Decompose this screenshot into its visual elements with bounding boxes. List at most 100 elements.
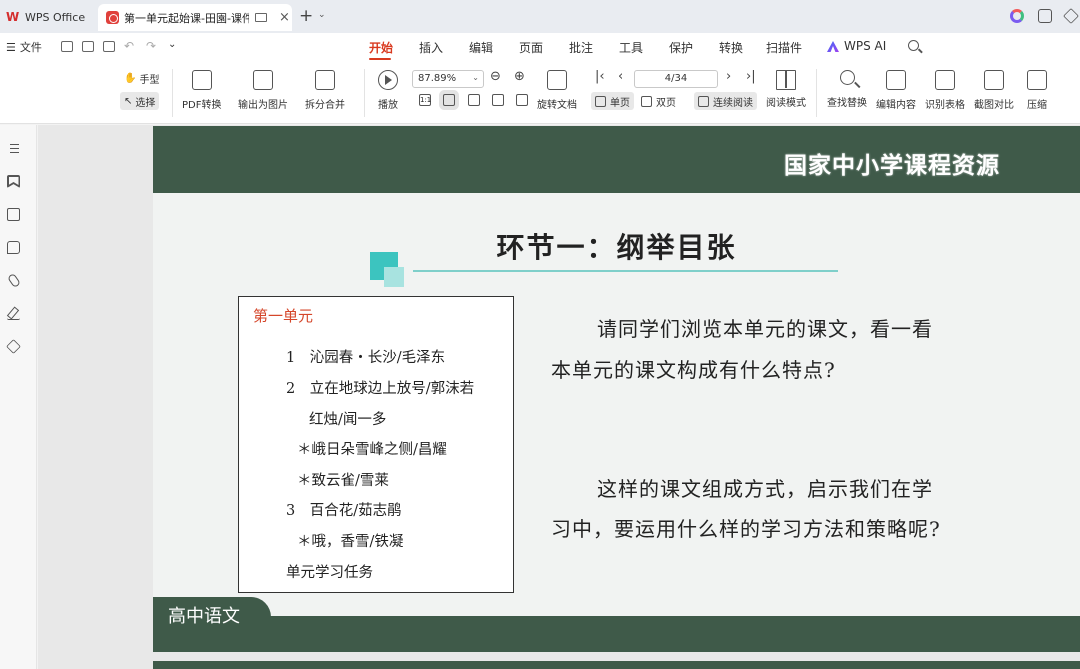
tab-tools[interactable]: 工具 <box>619 39 643 56</box>
document-tab-title: 第一单元起始课-田園-课件.p <box>124 11 249 25</box>
redo-icon[interactable]: ↷ <box>146 39 156 53</box>
ribbon-separator <box>816 69 817 117</box>
left-sidebar <box>0 125 37 669</box>
fit-page-button[interactable] <box>443 94 455 106</box>
tab-insert[interactable]: 插入 <box>419 39 443 56</box>
play-icon <box>378 70 398 90</box>
edit-content-button[interactable]: 编辑内容 <box>876 70 916 111</box>
open-folder-icon[interactable] <box>61 41 73 52</box>
file-menu-label: 文件 <box>19 41 42 54</box>
screenshot-compare-button[interactable]: 截图对比 <box>974 70 1014 111</box>
toc-item: 单元学习任务 <box>286 565 373 581</box>
double-page-button[interactable]: 双页 <box>637 92 680 110</box>
print-icon[interactable] <box>103 41 115 52</box>
hand-icon: ✋ <box>124 72 137 84</box>
rotate-left-button[interactable] <box>492 94 504 106</box>
actual-size-button[interactable]: 1:1 <box>419 94 431 106</box>
zoom-value: 87.89% <box>418 73 457 84</box>
zoom-select[interactable]: 87.89% ⌄ <box>412 70 484 88</box>
question-text: 习中，要运用什么样的学习方法和策略呢? <box>551 517 941 541</box>
layers-icon[interactable] <box>6 339 21 354</box>
tab-scan[interactable]: 扫描件 <box>766 39 802 56</box>
tab-wps-ai[interactable]: WPS AI <box>844 39 886 53</box>
last-page-icon[interactable]: ›| <box>746 69 756 84</box>
split-merge-button[interactable]: 拆分合并 <box>305 70 345 111</box>
question-text: 本单元的课文构成有什么特点? <box>551 358 836 382</box>
unit-contents-box: 第一单元 1 沁园春・长沙/毛泽东 2 立在地球边上放号/郭沫若 红烛/闻一多 … <box>238 296 514 593</box>
export-image-button[interactable]: 输出为图片 <box>238 70 288 111</box>
toc-item: ＊峨日朵雪峰之侧/昌耀 <box>297 442 447 458</box>
compress-button[interactable]: 压缩 <box>1027 70 1047 111</box>
wps-home-tab[interactable]: W WPS Office <box>0 5 85 29</box>
outline-icon[interactable] <box>7 142 20 155</box>
search-icon[interactable] <box>908 40 919 51</box>
document-tab[interactable]: 第一单元起始课-田園-课件.p × <box>98 4 292 31</box>
recognize-table-button[interactable]: 识别表格 <box>925 70 965 111</box>
screenshot-compare-label: 截图对比 <box>974 100 1014 111</box>
continuous-reading-button[interactable]: 连续阅读 <box>694 92 757 110</box>
next-pdf-page <box>153 661 1080 669</box>
continuous-reading-label: 连续阅读 <box>713 97 753 109</box>
undo-icon[interactable]: ↶ <box>124 39 134 53</box>
rotate-document-button[interactable]: 旋转文档 <box>537 70 577 111</box>
cube-icon[interactable] <box>1063 8 1079 24</box>
tab-list-chevron-icon[interactable]: ⌄ <box>318 10 326 20</box>
split-merge-icon <box>315 70 335 90</box>
next-page-icon[interactable]: › <box>726 69 731 84</box>
close-tab-icon[interactable]: × <box>279 10 290 25</box>
hand-tool-button[interactable]: ✋ 手型 <box>120 69 163 87</box>
signature-icon[interactable] <box>7 307 20 320</box>
wps-logo-icon: W <box>6 10 20 24</box>
tab-convert[interactable]: 转换 <box>719 39 743 56</box>
wps-home-label: WPS Office <box>25 10 86 24</box>
tab-edit[interactable]: 编辑 <box>469 39 493 56</box>
title-decoration <box>384 267 404 287</box>
tab-page[interactable]: 页面 <box>519 39 543 56</box>
edit-content-label: 编辑内容 <box>876 100 916 111</box>
title-underline <box>413 270 838 272</box>
colorful-ring-icon[interactable] <box>1010 9 1024 23</box>
reading-mode-button[interactable]: 阅读模式 <box>762 92 810 110</box>
file-menu[interactable]: ☰ 文件 <box>6 39 42 55</box>
select-tool-label: 选择 <box>135 97 156 109</box>
single-page-button[interactable]: 单页 <box>591 92 634 110</box>
new-tab-icon[interactable]: + <box>299 6 313 26</box>
compress-label: 压缩 <box>1027 100 1047 111</box>
thumbnail-icon[interactable] <box>7 208 20 221</box>
first-page-icon[interactable]: |‹ <box>595 69 605 84</box>
rotate-document-icon <box>547 70 567 90</box>
attachment-icon[interactable] <box>6 272 22 289</box>
zoom-out-icon[interactable]: ⊖ <box>490 69 501 84</box>
select-tool-button[interactable]: ↖ 选择 <box>120 92 160 110</box>
page-number-input[interactable]: 4/34 <box>634 70 718 88</box>
comment-icon[interactable] <box>7 241 20 254</box>
menu-bar: ☰ 文件 ↶ ↷ ⌄ 开始 插入 编辑 页面 批注 工具 保护 转换 扫描件 W… <box>0 33 1080 61</box>
find-icon <box>839 70 855 85</box>
ribbon-toolbar: ✋ 手型 ↖ 选择 PDF转换 输出为图片 拆分合并 播放 87.89% ⌄ ⊖… <box>0 61 1080 124</box>
play-button[interactable]: 播放 <box>378 70 398 111</box>
pdf-convert-label: PDF转换 <box>182 100 222 111</box>
toc-item: 2 立在地球边上放号/郭沫若 <box>286 381 475 397</box>
tab-annotate[interactable]: 批注 <box>569 39 593 56</box>
monitor-icon[interactable] <box>255 13 267 22</box>
toc-item: 1 沁园春・长沙/毛泽东 <box>286 350 446 366</box>
fit-width-button[interactable] <box>468 94 480 106</box>
toc-item: 红烛/闻一多 <box>309 412 387 428</box>
pdf-convert-button[interactable]: PDF转换 <box>182 70 221 111</box>
pdf-convert-icon <box>191 70 212 90</box>
bookmark-icon[interactable] <box>7 175 20 188</box>
find-replace-button[interactable]: 查找替换 <box>827 70 867 109</box>
wps-ai-icon <box>827 41 839 52</box>
save-icon[interactable] <box>82 41 94 52</box>
cursor-icon: ↖ <box>124 95 133 107</box>
split-merge-label: 拆分合并 <box>305 100 345 111</box>
restore-window-icon[interactable] <box>1038 9 1052 23</box>
rotate-right-button[interactable] <box>516 94 528 106</box>
tab-start[interactable]: 开始 <box>369 39 393 56</box>
double-page-label: 双页 <box>656 97 676 109</box>
quick-access-chevron-icon[interactable]: ⌄ <box>168 39 176 50</box>
zoom-in-icon[interactable]: ⊕ <box>514 69 525 84</box>
previous-page-icon[interactable]: ‹ <box>618 69 623 84</box>
ribbon-separator <box>364 69 365 117</box>
tab-protect[interactable]: 保护 <box>669 39 693 56</box>
